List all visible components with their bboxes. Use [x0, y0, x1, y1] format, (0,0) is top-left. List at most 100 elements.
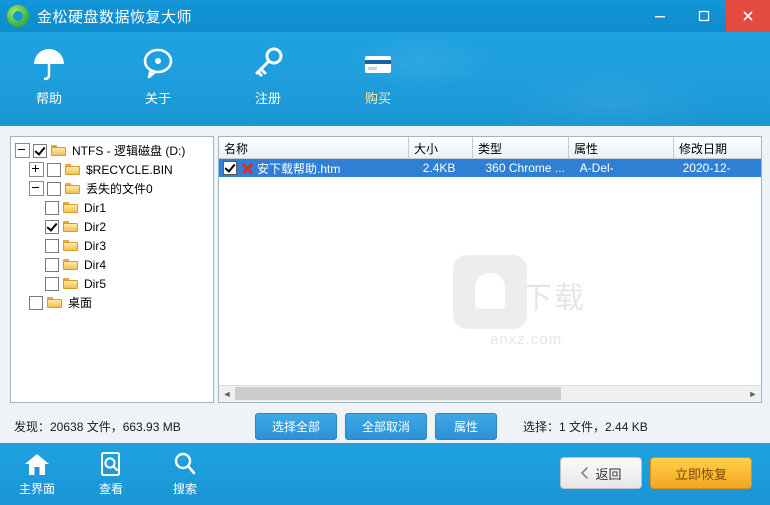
tree-expander-minus-icon[interactable] — [15, 143, 30, 158]
cell-type: 360 Chrome ... — [485, 161, 565, 175]
folder-icon — [47, 296, 63, 309]
maximize-button[interactable] — [682, 0, 726, 32]
tree-label: Dir4 — [84, 257, 107, 272]
directory-tree-panel[interactable]: NTFS - 逻辑磁盘 (D:) $RECYCLE.BIN 丢失的文件0 Dir… — [10, 136, 214, 403]
directory-tree: NTFS - 逻辑磁盘 (D:) $RECYCLE.BIN 丢失的文件0 Dir… — [11, 137, 213, 312]
scrollbar-thumb[interactable] — [235, 387, 561, 400]
tree-node-recycle-bin[interactable]: $RECYCLE.BIN — [15, 160, 213, 179]
tree-node-dir1[interactable]: Dir1 — [15, 198, 213, 217]
tree-checkbox[interactable] — [29, 295, 43, 310]
tree-label: NTFS - 逻辑磁盘 (D:) — [72, 144, 186, 158]
column-header-size[interactable]: 大小 — [409, 137, 473, 158]
app-logo-icon — [7, 5, 29, 27]
recover-now-button[interactable]: 立即恢复 — [650, 457, 752, 489]
toolbar-item-register[interactable]: 注册 — [225, 42, 311, 107]
deleted-file-icon — [240, 161, 254, 175]
credit-card-icon — [335, 42, 421, 86]
tree-expander-minus-icon[interactable] — [29, 181, 44, 196]
scrollbar-track[interactable] — [235, 386, 745, 402]
magnifier-icon — [148, 449, 222, 479]
footer-item-view[interactable]: 查看 — [74, 449, 148, 497]
tree-label: Dir1 — [84, 200, 107, 215]
file-list-header: 名称 大小 类型 属性 修改日期 — [219, 137, 761, 159]
window-controls — [638, 0, 770, 32]
toolbar-item-help[interactable]: 帮助 — [6, 42, 92, 107]
main-toolbar: 帮助 关于 注册 购买 — [0, 32, 770, 126]
document-search-icon — [74, 449, 148, 479]
tree-node-dir5[interactable]: Dir5 — [15, 274, 213, 293]
tree-node-lost-files[interactable]: 丢失的文件0 — [15, 179, 213, 198]
chevron-left-icon — [581, 467, 589, 479]
folder-icon — [51, 144, 67, 157]
folder-icon — [63, 220, 79, 233]
tree-node-dir4[interactable]: Dir4 — [15, 255, 213, 274]
back-button-label: 返回 — [595, 466, 622, 482]
column-header-attributes[interactable]: 属性 — [569, 137, 674, 158]
folder-icon — [63, 277, 79, 290]
bag-watermark-icon — [453, 255, 527, 329]
close-button[interactable] — [726, 0, 770, 32]
table-row[interactable]: 安下载帮助.htm 2.4KB 360 Chrome ... A-Del- 20… — [219, 159, 761, 177]
footer-item-search[interactable]: 搜索 — [148, 449, 222, 497]
properties-button[interactable]: 属性 — [435, 413, 497, 440]
minimize-button[interactable] — [638, 0, 682, 32]
cell-name: 安下载帮助.htm — [257, 161, 341, 176]
tree-checkbox[interactable] — [45, 238, 59, 253]
tree-node-ntfs[interactable]: NTFS - 逻辑磁盘 (D:) — [15, 141, 213, 160]
footer-label-search: 搜索 — [172, 482, 197, 496]
tree-node-desktop[interactable]: 桌面 — [15, 293, 213, 312]
toolbar-label-about: 关于 — [144, 91, 171, 106]
selection-summary-text: 选择：1 文件，2.44 KB — [523, 420, 648, 434]
column-header-modified-date[interactable]: 修改日期 — [674, 137, 759, 158]
toolbar-label-help: 帮助 — [35, 91, 62, 106]
tree-label: 桌面 — [68, 296, 93, 310]
cell-attributes: A-Del- — [579, 161, 614, 175]
file-list-panel[interactable]: 名称 大小 类型 属性 修改日期 安下载帮助.htm 2.4KB 360 Chr… — [218, 136, 762, 403]
tree-label: Dir5 — [84, 276, 107, 291]
tree-checkbox[interactable] — [45, 219, 59, 234]
tree-checkbox[interactable] — [45, 276, 59, 291]
status-bar: 发现：20638 文件，663.93 MB 选择全部 全部取消 属性 选择：1 … — [0, 409, 770, 443]
tree-checkbox[interactable] — [45, 200, 59, 215]
select-all-button[interactable]: 选择全部 — [255, 413, 337, 440]
tree-node-dir3[interactable]: Dir3 — [15, 236, 213, 255]
deselect-all-button[interactable]: 全部取消 — [345, 413, 427, 440]
tree-checkbox[interactable] — [47, 181, 61, 196]
toolbar-item-buy[interactable]: 购买 — [335, 42, 421, 107]
application-window: 金松硬盘数据恢复大师 帮助 关于 注册 购买 NTFS - 逻辑磁盘 (D:) … — [0, 0, 770, 505]
column-header-name[interactable]: 名称 — [219, 137, 409, 158]
recover-now-label: 立即恢复 — [674, 466, 727, 482]
tree-label: 丢失的文件0 — [86, 182, 153, 196]
scroll-left-arrow-icon[interactable]: ◄ — [219, 386, 235, 402]
tree-label: Dir3 — [84, 238, 107, 253]
folder-icon — [63, 239, 79, 252]
footer-label-home: 主界面 — [18, 482, 55, 496]
found-summary-text: 发现：20638 文件，663.93 MB — [14, 420, 181, 434]
file-list-horizontal-scrollbar[interactable]: ◄ ► — [219, 385, 761, 402]
tree-checkbox[interactable] — [47, 162, 61, 177]
speech-bubble-icon — [115, 42, 201, 86]
footer-item-home[interactable]: 主界面 — [0, 449, 74, 497]
folder-icon — [65, 163, 81, 176]
content-area: NTFS - 逻辑磁盘 (D:) $RECYCLE.BIN 丢失的文件0 Dir… — [0, 126, 770, 505]
watermark: 安下载 anxz.com — [394, 255, 586, 348]
umbrella-icon — [6, 42, 92, 86]
tree-checkbox[interactable] — [33, 143, 47, 158]
watermark-subtitle: anxz.com — [490, 331, 563, 348]
title-bar: 金松硬盘数据恢复大师 — [0, 0, 770, 32]
column-header-type[interactable]: 类型 — [473, 137, 569, 158]
toolbar-label-buy: 购买 — [364, 91, 391, 106]
key-icon — [225, 42, 311, 86]
folder-icon — [63, 201, 79, 214]
cell-modified-date: 2020-12- — [682, 161, 731, 175]
row-checkbox[interactable] — [223, 161, 237, 175]
toolbar-item-about[interactable]: 关于 — [115, 42, 201, 107]
window-title: 金松硬盘数据恢复大师 — [37, 8, 193, 26]
folder-icon — [65, 182, 81, 195]
tree-expander-plus-icon[interactable] — [29, 162, 44, 177]
tree-checkbox[interactable] — [45, 257, 59, 272]
home-icon — [0, 449, 74, 479]
tree-node-dir2[interactable]: Dir2 — [15, 217, 213, 236]
scroll-right-arrow-icon[interactable]: ► — [745, 386, 761, 402]
back-button[interactable]: 返回 — [560, 457, 642, 489]
